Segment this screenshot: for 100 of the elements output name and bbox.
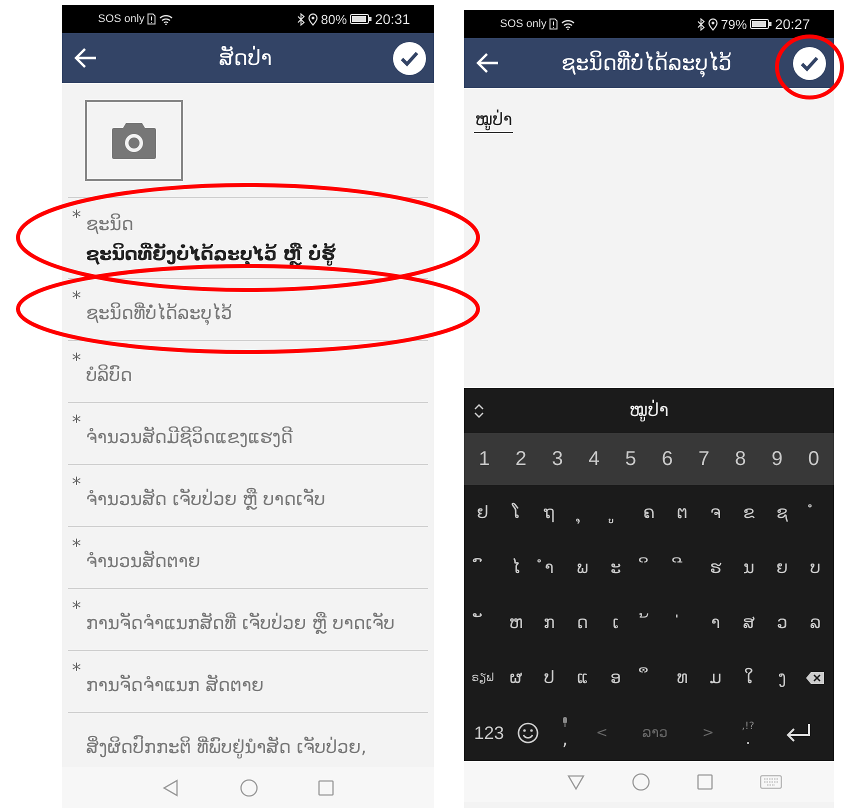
letter-key[interactable]: ພ bbox=[566, 546, 600, 590]
back-arrow-icon bbox=[476, 52, 500, 74]
period-key[interactable]: ,!? . bbox=[728, 711, 768, 755]
clock-time: 20:27 bbox=[774, 16, 810, 32]
letter-key[interactable]: ໄ bbox=[499, 546, 533, 590]
letter-key[interactable]: ອ bbox=[599, 656, 632, 700]
field-label: ຊະນິດ bbox=[86, 212, 135, 237]
expand-collapse-icon[interactable] bbox=[474, 402, 484, 418]
letter-key[interactable]: ຍ bbox=[765, 546, 799, 590]
back-button[interactable] bbox=[74, 47, 98, 69]
letter-key[interactable]: ກ bbox=[532, 600, 566, 644]
backspace-icon bbox=[806, 672, 824, 684]
letter-key[interactable]: ຢ bbox=[466, 490, 500, 534]
carrier-text: SOS only bbox=[500, 18, 546, 30]
recents-nav-button[interactable] bbox=[318, 780, 334, 796]
field-label: ຊະນິດທີ່ບໍ່ໄດ້ລະບຸໄວ້ bbox=[86, 301, 234, 327]
letter-key[interactable]: ໂ bbox=[499, 490, 533, 534]
number-key[interactable]: 6 bbox=[648, 437, 686, 481]
confirm-button[interactable] bbox=[793, 46, 826, 80]
comma-key[interactable]: , bbox=[548, 711, 582, 755]
number-key[interactable]: 5 bbox=[612, 437, 649, 481]
battery-icon bbox=[750, 19, 772, 29]
symbols-key[interactable]: 123 bbox=[470, 711, 508, 755]
square-icon bbox=[696, 774, 712, 790]
letter-key[interactable]: ດ bbox=[566, 600, 600, 644]
back-nav-button[interactable] bbox=[566, 772, 584, 790]
number-key[interactable]: 2 bbox=[502, 437, 540, 481]
letter-key[interactable]: ູ bbox=[599, 490, 632, 534]
letter-key[interactable]: ່ bbox=[666, 600, 699, 644]
letter-key[interactable]: ຊ bbox=[765, 490, 799, 534]
letter-key[interactable]: ົ bbox=[466, 546, 500, 590]
letter-key[interactable]: ຄ bbox=[632, 490, 666, 534]
add-photo-button[interactable] bbox=[85, 100, 183, 181]
home-nav-button[interactable] bbox=[632, 772, 650, 790]
required-asterisk: * bbox=[72, 600, 81, 618]
battery-percent: 80% bbox=[320, 12, 347, 26]
field-label: ສິ່ງຜິດປົກກະຕິ ທີ່ພົບຢູ່ນຳສັດ ເຈັບປ່ວຍ, bbox=[86, 735, 368, 760]
letter-key[interactable]: າ bbox=[698, 600, 732, 644]
letter-key[interactable]: ຸ bbox=[566, 490, 600, 534]
letter-key[interactable]: ບ bbox=[798, 546, 832, 590]
field-label: ການຈັດຈຳແນກສັດທີ່ ເຈັບປ່ວຍ ຫຼື ບາດເຈັບ bbox=[86, 611, 396, 636]
keyboard-switch-button[interactable] bbox=[760, 774, 782, 788]
number-key[interactable]: 8 bbox=[722, 437, 759, 481]
letter-key[interactable]: ມ bbox=[698, 656, 732, 700]
confirm-button[interactable] bbox=[393, 42, 426, 74]
letter-key[interactable]: ຮ bbox=[698, 546, 732, 590]
letter-key[interactable]: ຕ bbox=[666, 490, 699, 534]
field-label: ການຈັດຈຳແນກ ສັດຕາຍ bbox=[86, 674, 265, 698]
number-key[interactable]: 4 bbox=[576, 437, 612, 481]
recents-nav-button[interactable] bbox=[696, 774, 712, 790]
letter-key[interactable]: ລ bbox=[798, 600, 832, 644]
letter-key[interactable]: ໍ bbox=[798, 490, 832, 534]
home-nav-button[interactable] bbox=[240, 778, 258, 796]
letter-key[interactable]: ຶ bbox=[632, 656, 666, 700]
required-asterisk: * bbox=[72, 538, 81, 556]
letter-key[interactable]: ີ bbox=[666, 546, 699, 590]
number-key[interactable]: 7 bbox=[686, 437, 722, 481]
letter-key[interactable]: ງ bbox=[765, 656, 799, 700]
required-asterisk: * bbox=[72, 209, 81, 227]
letter-key[interactable]: ປ bbox=[532, 656, 566, 700]
letter-key[interactable]: ຳ bbox=[532, 546, 566, 590]
letter-key[interactable]: ັ bbox=[466, 600, 500, 644]
letter-key[interactable]: ເ bbox=[599, 600, 632, 644]
letter-key[interactable]: ແ bbox=[566, 656, 600, 700]
suggestion-word[interactable]: ໝູປ່າ bbox=[484, 400, 814, 421]
carrier-text: SOS only bbox=[98, 13, 144, 25]
letter-key[interactable]: ໃ bbox=[732, 656, 766, 700]
screen-title: ຊະນິດທີ່ບໍ່ໄດ້ລະບຸໄວ້ bbox=[500, 51, 793, 75]
number-key[interactable]: 3 bbox=[539, 437, 576, 481]
back-nav-button[interactable] bbox=[162, 778, 180, 796]
camera-icon bbox=[112, 122, 156, 158]
letter-key[interactable]: ະ bbox=[599, 546, 632, 590]
letter-key[interactable]: ິ bbox=[632, 546, 666, 590]
smiley-icon bbox=[517, 722, 539, 744]
bluetooth-icon bbox=[696, 18, 705, 30]
letter-key[interactable]: ນ bbox=[732, 546, 766, 590]
required-asterisk: * bbox=[72, 662, 81, 680]
keyboard-icon bbox=[760, 774, 782, 788]
required-asterisk: * bbox=[72, 414, 81, 432]
letter-key[interactable]: ຜ bbox=[499, 656, 533, 700]
letter-key[interactable]: ຂ bbox=[732, 490, 766, 534]
letter-key[interactable]: ຫ bbox=[499, 600, 533, 644]
text-input[interactable]: ໝູປ່າ bbox=[474, 110, 514, 133]
back-triangle-icon bbox=[162, 778, 180, 796]
back-button[interactable] bbox=[476, 52, 500, 74]
shift-key[interactable]: ຣຽຟ bbox=[466, 656, 500, 700]
letter-key[interactable]: ວ bbox=[765, 600, 799, 644]
field-label: ຈຳນວນສັດ ເຈັບປ່ວຍ ຫຼື ບາດເຈັບ bbox=[86, 487, 326, 512]
letter-key[interactable]: ທ bbox=[666, 656, 699, 700]
battery-percent: 79% bbox=[720, 16, 747, 32]
required-asterisk: * bbox=[72, 476, 81, 494]
letter-key[interactable]: ້ bbox=[632, 600, 666, 644]
number-key[interactable]: 1 bbox=[466, 437, 503, 481]
letter-key[interactable]: ສ bbox=[732, 600, 766, 644]
letter-key[interactable]: ຖ bbox=[532, 490, 566, 534]
number-key[interactable]: 0 bbox=[795, 437, 832, 481]
letter-key[interactable]: ຈ bbox=[698, 490, 732, 534]
circle-icon bbox=[240, 778, 258, 796]
number-key[interactable]: 9 bbox=[758, 437, 796, 481]
field-label: ຈຳນວນສັດມີຊີວິດແຂງແຮງດີ bbox=[86, 425, 294, 450]
